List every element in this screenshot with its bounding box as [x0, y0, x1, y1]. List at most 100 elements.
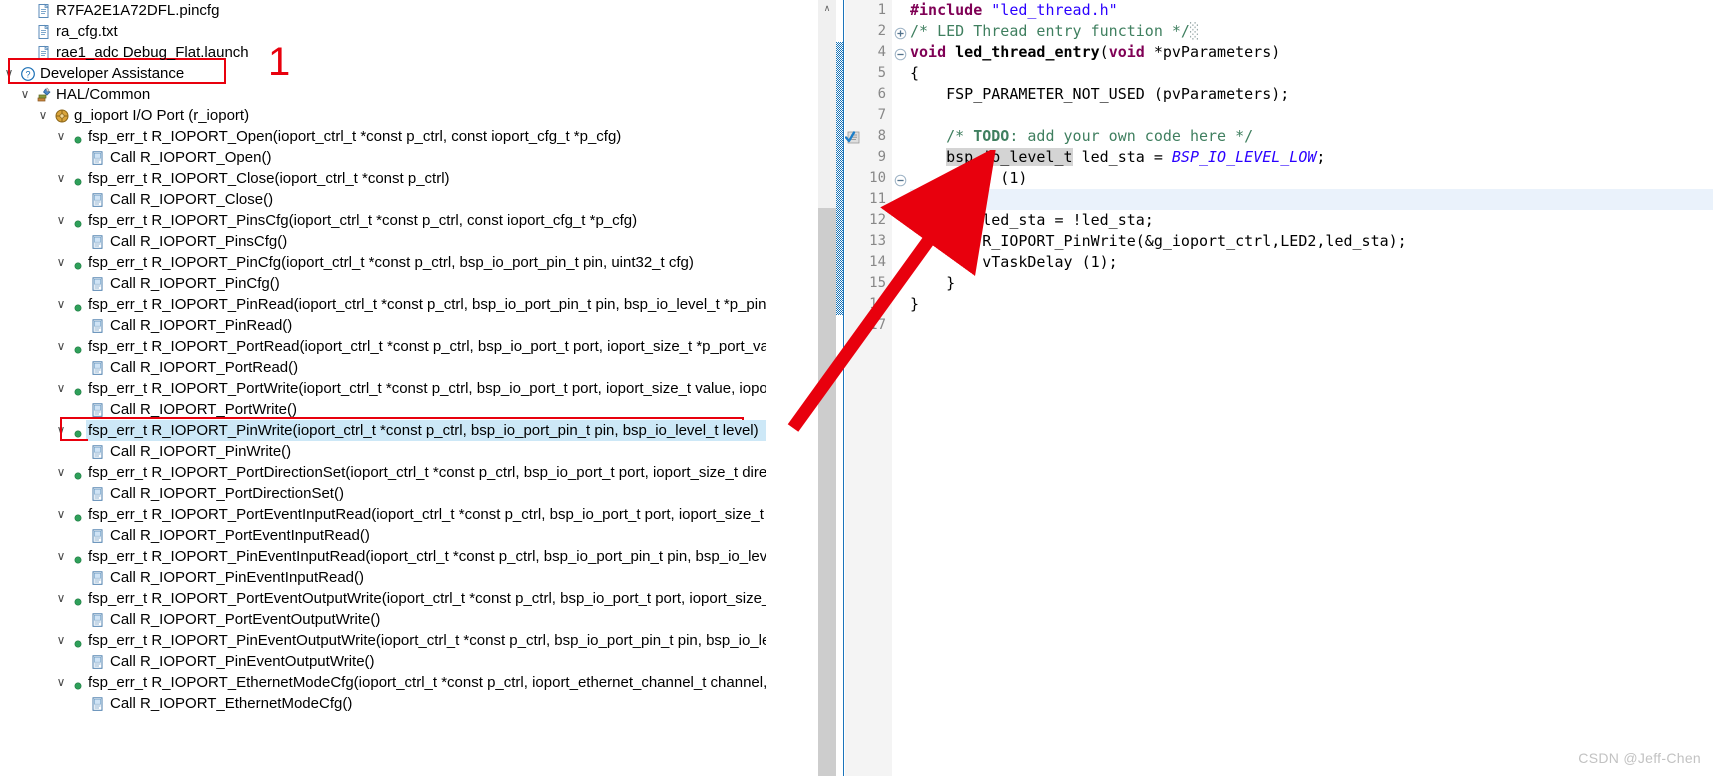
- chevron-down-icon[interactable]: ∨: [54, 504, 68, 525]
- fold-collapse-icon[interactable]: [894, 46, 907, 61]
- tree-item-api[interactable]: ∨ fsp_err_t R_IOPORT_Open(ioport_ctrl_t *…: [0, 126, 766, 147]
- chevron-down-icon[interactable]: ∨: [54, 420, 68, 441]
- tree-item-label: Call R_IOPORT_PortDirectionSet(): [110, 485, 344, 502]
- chevron-down-icon[interactable]: ∨: [54, 672, 68, 693]
- chevron-down-icon[interactable]: ∨: [54, 336, 68, 357]
- code-line[interactable]: FSP_PARAMETER_NOT_USED (pvParameters);: [910, 84, 1713, 105]
- tree-item-node[interactable]: ∨ g_ioport I/O Port (r_ioport): [0, 105, 766, 126]
- code-line[interactable]: }: [910, 294, 1713, 315]
- line-number-gutter[interactable]: 1 2 4 5 6 7 8 9 10 11 12 13 14 15 16 17: [844, 0, 892, 776]
- chevron-down-icon[interactable]: ∨: [2, 63, 16, 84]
- tree-item-snippet[interactable]: Call R_IOPORT_PortEventOutputWrite(): [0, 609, 766, 630]
- tree-item-api[interactable]: ∨ fsp_err_t R_IOPORT_PinEventOutputWrite(…: [0, 630, 766, 651]
- tree-item-label: fsp_err_t R_IOPORT_PortEventOutputWrite(…: [88, 590, 766, 607]
- scrollbar-thumb[interactable]: [818, 208, 836, 776]
- tree-item-node[interactable]: rae1_adc Debug_Flat.launch: [0, 42, 766, 63]
- tree-item-label: ra_cfg.txt: [56, 23, 118, 40]
- code-line[interactable]: {: [910, 63, 1713, 84]
- tree-item-snippet[interactable]: Call R_IOPORT_PortWrite(): [0, 399, 766, 420]
- tree-item-node[interactable]: ∨? Developer Assistance: [0, 63, 766, 84]
- chevron-down-icon[interactable]: ∨: [54, 378, 68, 399]
- tree-item-snippet[interactable]: Call R_IOPORT_PinRead(): [0, 315, 766, 336]
- chevron-down-icon[interactable]: ∨: [54, 462, 68, 483]
- chevron-down-icon[interactable]: ∨: [54, 588, 68, 609]
- chevron-down-icon[interactable]: ∨: [54, 294, 68, 315]
- tree-item-snippet[interactable]: Call R_IOPORT_PinCfg(): [0, 273, 766, 294]
- tree-item-node[interactable]: ∨ HAL/Common: [0, 84, 766, 105]
- tree-item-snippet[interactable]: Call R_IOPORT_EthernetModeCfg(): [0, 693, 766, 714]
- tree-item-api[interactable]: ∨ fsp_err_t R_IOPORT_PinsCfg(ioport_ctrl_…: [0, 210, 766, 231]
- code-text-area[interactable]: #include "led_thread.h"/* LED Thread ent…: [910, 0, 1713, 776]
- line-number: 14: [869, 254, 886, 270]
- tree-item-api[interactable]: ∨ fsp_err_t R_IOPORT_PinWrite(ioport_ctrl…: [0, 420, 766, 441]
- chevron-down-icon[interactable]: ∨: [36, 105, 50, 126]
- tree-item-api[interactable]: ∨ fsp_err_t R_IOPORT_PortEventInputRead(i…: [0, 504, 766, 525]
- code-line[interactable]: {: [910, 189, 1713, 210]
- chevron-down-icon[interactable]: ∨: [54, 168, 68, 189]
- chevron-down-icon[interactable]: ∨: [54, 252, 68, 273]
- line-number: 16: [869, 296, 886, 312]
- tree-item-label: Call R_IOPORT_Open(): [110, 149, 272, 166]
- line-number: 12: [869, 212, 886, 228]
- tree-item-snippet[interactable]: Call R_IOPORT_PortEventInputRead(): [0, 525, 766, 546]
- code-line[interactable]: void led_thread_entry(void *pvParameters…: [910, 42, 1713, 63]
- code-line[interactable]: /* LED Thread entry function */░: [910, 21, 1713, 42]
- line-number: 10: [869, 170, 886, 186]
- code-line[interactable]: R_IOPORT_PinWrite(&g_ioport_ctrl,LED2,le…: [910, 231, 1713, 252]
- fold-marker-column[interactable]: [892, 0, 910, 776]
- code-editor-panel[interactable]: 1 2 4 5 6 7 8 9 10 11 12 13 14 15 16 17 #include "led_t…: [836, 0, 1713, 776]
- tree-item-snippet[interactable]: Call R_IOPORT_Open(): [0, 147, 766, 168]
- tree-item-label: fsp_err_t R_IOPORT_PortDirectionSet(iopo…: [88, 464, 766, 481]
- tree-item-label: Call R_IOPORT_PinCfg(): [110, 275, 280, 292]
- scroll-up-arrow-icon[interactable]: ∧: [818, 0, 836, 17]
- code-line[interactable]: bsp_io_level_t led_sta = BSP_IO_LEVEL_LO…: [910, 147, 1713, 168]
- code-line[interactable]: }: [910, 273, 1713, 294]
- tree-item-snippet[interactable]: Call R_IOPORT_PortDirectionSet(): [0, 483, 766, 504]
- chevron-down-icon[interactable]: ∨: [54, 126, 68, 147]
- tree-item-api[interactable]: ∨ fsp_err_t R_IOPORT_PortDirectionSet(iop…: [0, 462, 766, 483]
- tree-item-node[interactable]: R7FA2E1A72DFL.pincfg: [0, 0, 766, 21]
- tree-item-api[interactable]: ∨ fsp_err_t R_IOPORT_PortRead(ioport_ctrl…: [0, 336, 766, 357]
- tree-item-api[interactable]: ∨ fsp_err_t R_IOPORT_PinCfg(ioport_ctrl_t…: [0, 252, 766, 273]
- tree-item-node[interactable]: ra_cfg.txt: [0, 21, 766, 42]
- code-line[interactable]: #include "led_thread.h": [910, 0, 1713, 21]
- tree-item-api[interactable]: ∨ fsp_err_t R_IOPORT_Close(ioport_ctrl_t …: [0, 168, 766, 189]
- tree-item-snippet[interactable]: Call R_IOPORT_Close(): [0, 189, 766, 210]
- tree-item-snippet[interactable]: Call R_IOPORT_PortRead(): [0, 357, 766, 378]
- tree-item-snippet[interactable]: Call R_IOPORT_PinEventInputRead(): [0, 567, 766, 588]
- chevron-down-icon[interactable]: ∨: [54, 546, 68, 567]
- tree-item-api[interactable]: ∨ fsp_err_t R_IOPORT_PinRead(ioport_ctrl_…: [0, 294, 766, 315]
- tree-item-snippet[interactable]: Call R_IOPORT_PinsCfg(): [0, 231, 766, 252]
- code-line[interactable]: led_sta = !led_sta;: [910, 210, 1713, 231]
- code-line[interactable]: [910, 315, 1713, 336]
- tree-item-label: Call R_IOPORT_PortRead(): [110, 359, 299, 376]
- tree-content[interactable]: R7FA2E1A72DFL.pincfg ra_cfg.txt rae1_adc D…: [0, 0, 766, 776]
- change-ruler: [836, 0, 845, 776]
- chevron-down-icon[interactable]: ∨: [54, 210, 68, 231]
- change-ruler-border: [843, 0, 844, 776]
- tree-item-label: Call R_IOPORT_PinEventOutputWrite(): [110, 653, 375, 670]
- tree-item-snippet[interactable]: Call R_IOPORT_PinEventOutputWrite(): [0, 651, 766, 672]
- chevron-down-icon[interactable]: ∨: [54, 630, 68, 651]
- code-line[interactable]: /* TODO: add your own code here */: [910, 126, 1713, 147]
- code-line[interactable]: [910, 105, 1713, 126]
- line-number: 6: [877, 86, 886, 102]
- tree-item-label: fsp_err_t R_IOPORT_Close(ioport_ctrl_t *…: [88, 170, 450, 187]
- tree-item-label: Call R_IOPORT_PinWrite(): [110, 443, 292, 460]
- line-number: 4: [877, 44, 886, 60]
- tree-item-label: fsp_err_t R_IOPORT_EthernetModeCfg(iopor…: [88, 674, 766, 691]
- code-line[interactable]: vTaskDelay (1);: [910, 252, 1713, 273]
- tree-item-label: Call R_IOPORT_EthernetModeCfg(): [110, 695, 353, 712]
- tree-item-snippet[interactable]: Call R_IOPORT_PinWrite(): [0, 441, 766, 462]
- tree-vertical-scrollbar[interactable]: ∧: [818, 0, 836, 776]
- tree-item-api[interactable]: ∨ fsp_err_t R_IOPORT_PortEventOutputWrite…: [0, 588, 766, 609]
- tree-item-api[interactable]: ∨ fsp_err_t R_IOPORT_PinEventInputRead(io…: [0, 546, 766, 567]
- fold-collapse-icon[interactable]: [894, 172, 907, 187]
- fold-expand-icon[interactable]: [894, 25, 907, 40]
- tree-item-api[interactable]: ∨ fsp_err_t R_IOPORT_EthernetModeCfg(iopo…: [0, 672, 766, 693]
- tree-item-api[interactable]: ∨ fsp_err_t R_IOPORT_PortWrite(ioport_ctr…: [0, 378, 766, 399]
- code-line[interactable]: while (1): [910, 168, 1713, 189]
- todo-task-icon[interactable]: [844, 129, 861, 145]
- project-explorer-panel[interactable]: R7FA2E1A72DFL.pincfg ra_cfg.txt rae1_adc D…: [0, 0, 818, 776]
- chevron-down-icon[interactable]: ∨: [18, 84, 32, 105]
